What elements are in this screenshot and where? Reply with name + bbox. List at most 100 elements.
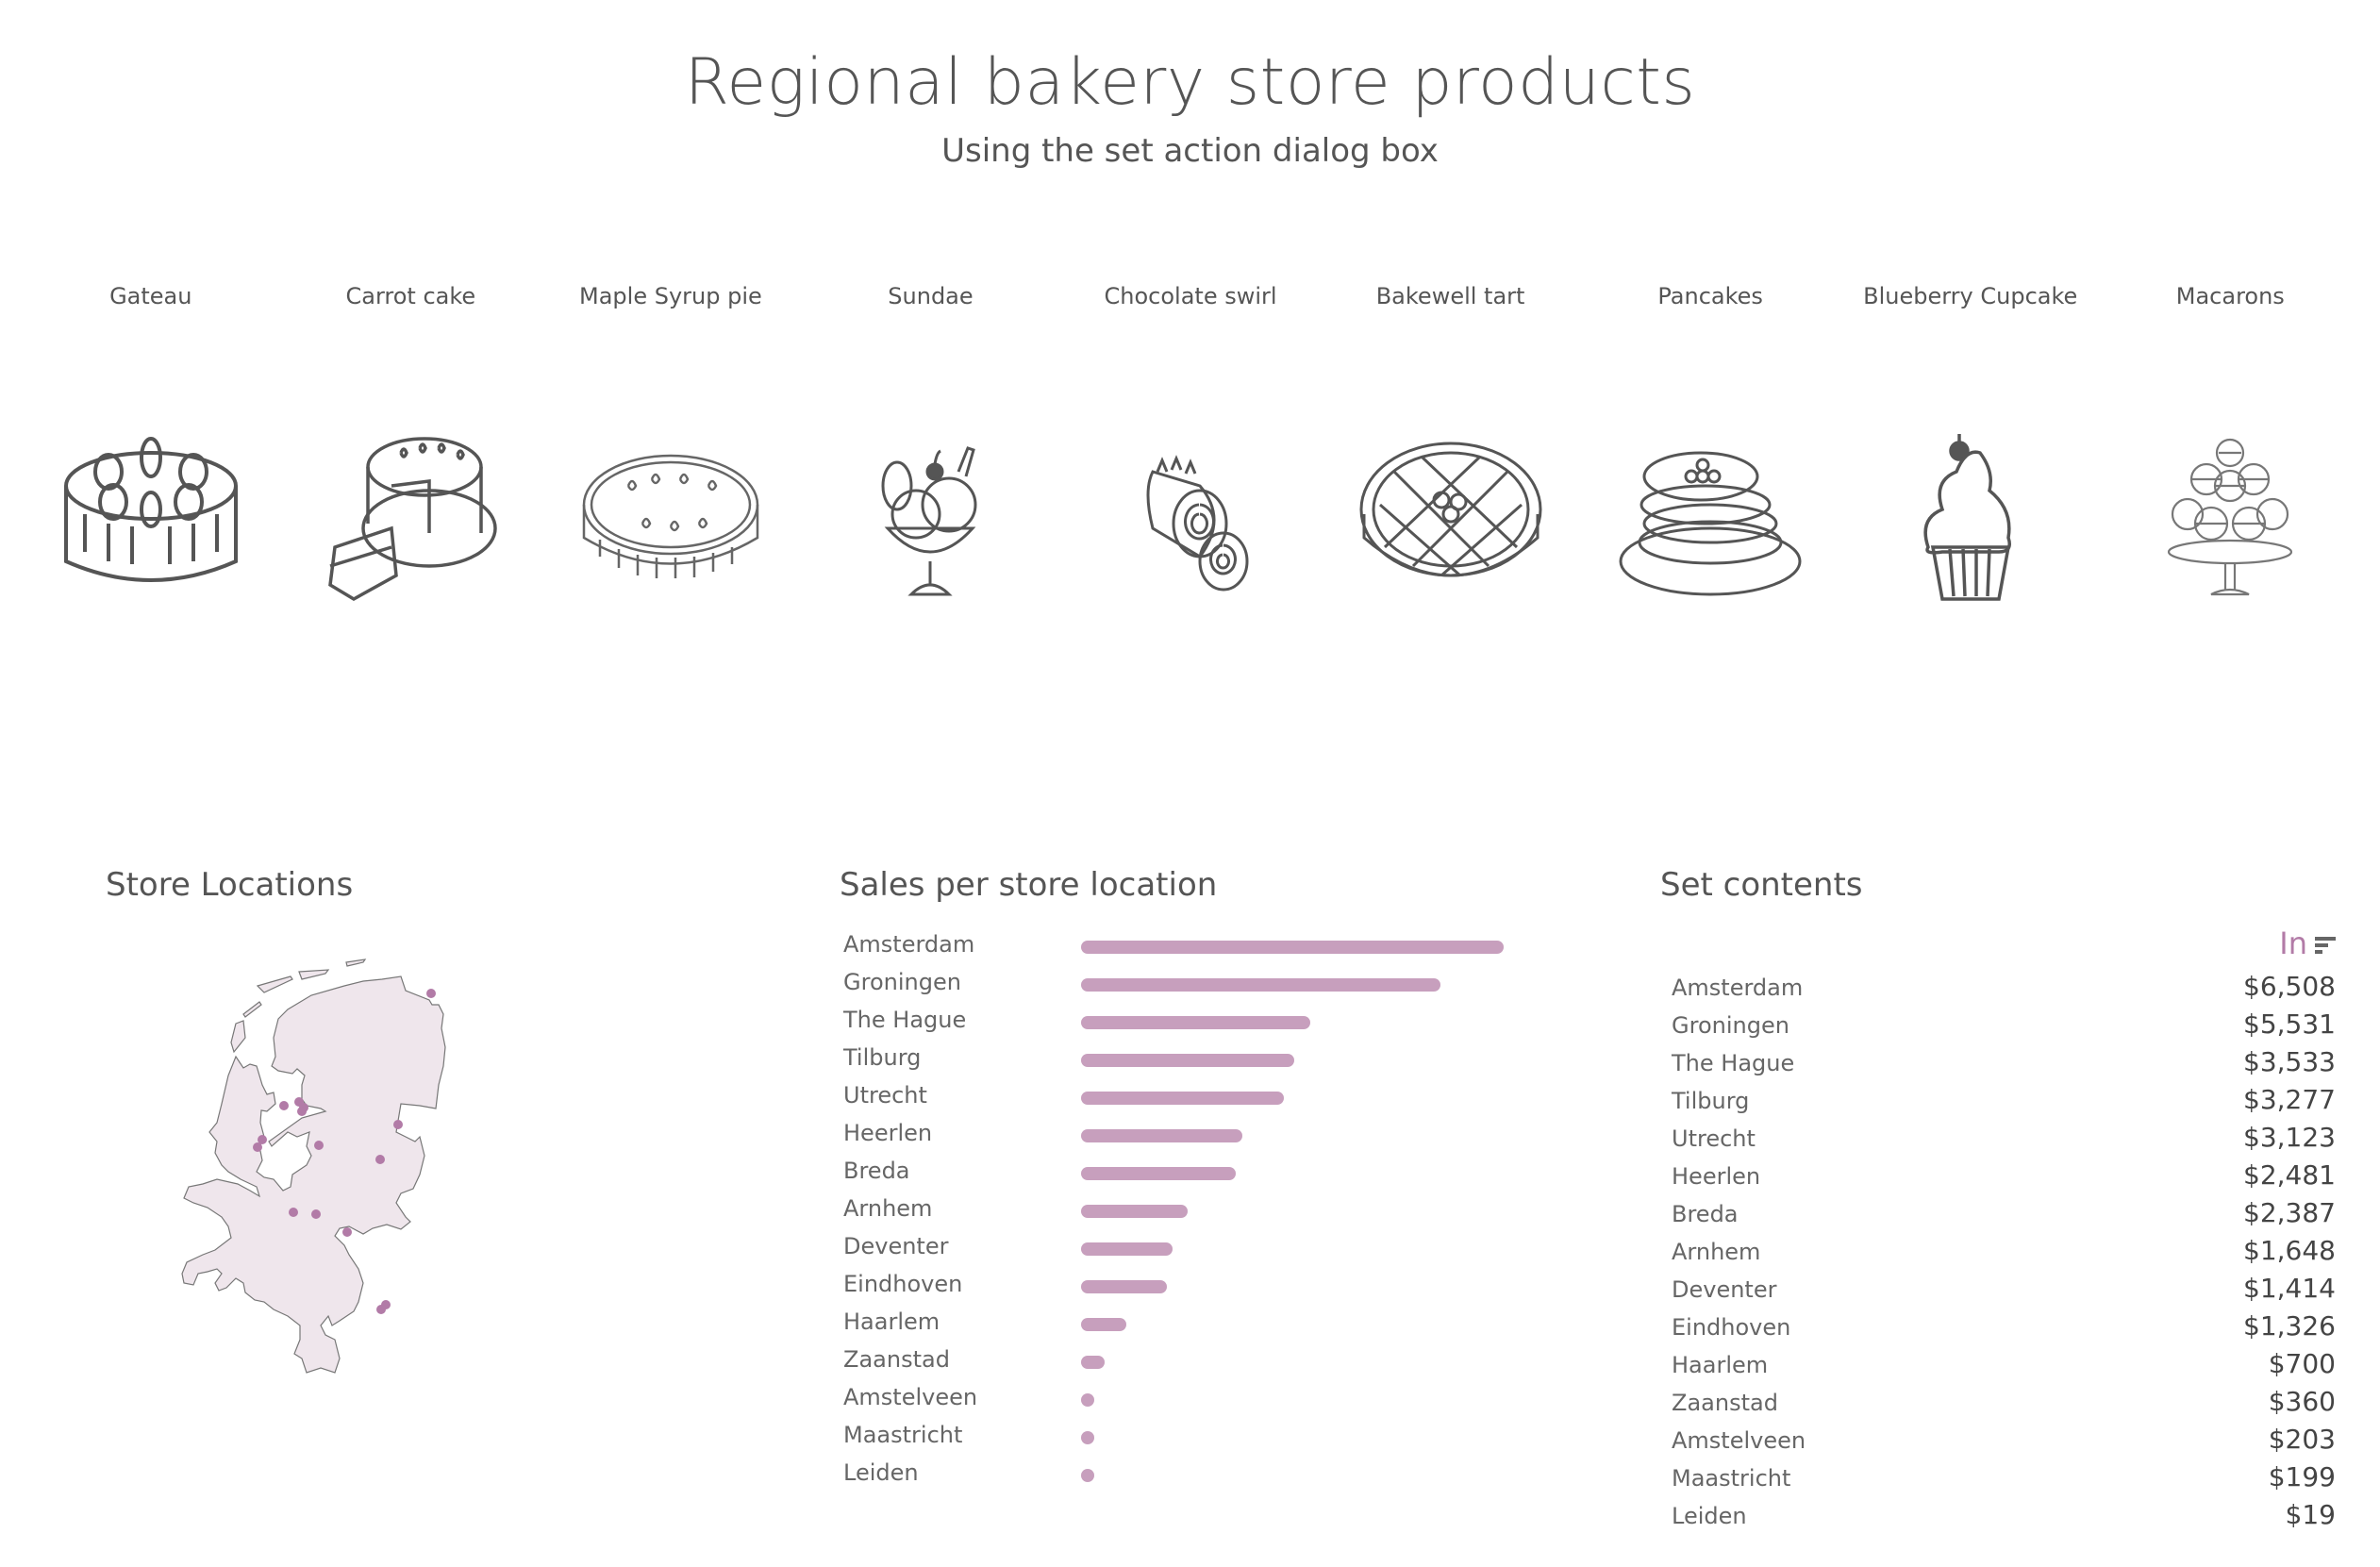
product-label: Bakewell tart xyxy=(1375,283,1525,309)
table-row[interactable]: Eindhoven $1,326 xyxy=(1660,1307,2336,1344)
bar-row[interactable]: Arnhem xyxy=(830,1193,1547,1231)
table-row[interactable]: Maastricht $199 xyxy=(1660,1458,2336,1495)
table-row[interactable]: Zaanstad $360 xyxy=(1660,1382,2336,1420)
set-city: Deventer xyxy=(1672,1276,1777,1303)
bar-row[interactable]: Amsterdam xyxy=(830,929,1547,967)
table-row[interactable]: Tilburg $3,277 xyxy=(1660,1080,2336,1118)
bar-row[interactable]: Leiden xyxy=(830,1458,1547,1495)
bar-eindhoven[interactable] xyxy=(1081,1280,1168,1293)
store-dot-zaanstad[interactable] xyxy=(294,1097,304,1107)
bar-row[interactable]: Amstelveen xyxy=(830,1382,1547,1420)
set-value: $6,508 xyxy=(2243,971,2336,1002)
bar-haarlem[interactable] xyxy=(1081,1318,1127,1331)
store-dot-arnhem[interactable] xyxy=(375,1155,385,1164)
bar-row[interactable]: Deventer xyxy=(830,1231,1547,1269)
bar-heerlen[interactable] xyxy=(1081,1129,1242,1142)
store-dot-deventer[interactable] xyxy=(393,1120,403,1129)
bar-category-label: Maastricht xyxy=(843,1422,963,1448)
set-city: Arnhem xyxy=(1672,1239,1761,1265)
bar-row[interactable]: The Hague xyxy=(830,1005,1547,1042)
bar-row[interactable]: Haarlem xyxy=(830,1307,1547,1344)
bar-row[interactable]: Breda xyxy=(830,1156,1547,1193)
table-row[interactable]: Amstelveen $203 xyxy=(1660,1420,2336,1458)
product-gateau[interactable]: Gateau xyxy=(21,264,281,660)
set-city: Breda xyxy=(1672,1201,1739,1227)
lattice-tart-icon xyxy=(1356,434,1545,604)
store-dot-utrecht[interactable] xyxy=(314,1141,324,1150)
bar-category-label: The Hague xyxy=(843,1007,967,1033)
sales-bar-chart: Amsterdam Groningen The Hague Tilburg Utrech… xyxy=(830,929,1547,1495)
bar-row[interactable]: Tilburg xyxy=(830,1042,1547,1080)
product-sundae[interactable]: Sundae xyxy=(801,264,1061,660)
product-macarons[interactable]: Macarons xyxy=(2101,264,2361,660)
bar-category-label: Amsterdam xyxy=(843,931,975,958)
map-island xyxy=(242,1001,262,1018)
map-mainland[interactable] xyxy=(181,975,446,1374)
table-row[interactable]: Amsterdam $6,508 xyxy=(1660,967,2336,1005)
set-value: $1,414 xyxy=(2243,1273,2336,1304)
bar-category-label: Zaanstad xyxy=(843,1346,950,1373)
bar-breda[interactable] xyxy=(1081,1167,1237,1180)
set-value: $19 xyxy=(2285,1499,2336,1530)
store-dot-eindhoven[interactable] xyxy=(342,1227,352,1237)
bar-deventer[interactable] xyxy=(1081,1242,1173,1256)
table-row[interactable]: Heerlen $2,481 xyxy=(1660,1156,2336,1193)
product-carrot-cake[interactable]: Carrot cake xyxy=(281,264,541,660)
bar-utrecht[interactable] xyxy=(1081,1092,1284,1105)
store-dot-haarlem[interactable] xyxy=(279,1101,289,1110)
set-value: $2,481 xyxy=(2243,1159,2336,1191)
bar-the-hague[interactable] xyxy=(1081,1016,1311,1029)
bar-leiden[interactable] xyxy=(1081,1469,1094,1482)
table-row[interactable]: Leiden $19 xyxy=(1660,1495,2336,1533)
table-row[interactable]: Utrecht $3,123 xyxy=(1660,1118,2336,1156)
table-row[interactable]: Arnhem $1,648 xyxy=(1660,1231,2336,1269)
in-column-header[interactable]: In xyxy=(2279,925,2307,961)
gateau-icon xyxy=(57,434,245,604)
store-dot-maastricht[interactable] xyxy=(376,1305,386,1314)
table-row[interactable]: Groningen $5,531 xyxy=(1660,1005,2336,1042)
bar-amsterdam[interactable] xyxy=(1081,941,1504,954)
bar-arnhem[interactable] xyxy=(1081,1205,1189,1218)
bar-row[interactable]: Eindhoven xyxy=(830,1269,1547,1307)
store-dot-leiden[interactable] xyxy=(258,1135,267,1144)
netherlands-map[interactable] xyxy=(170,943,509,1374)
bar-tilburg[interactable] xyxy=(1081,1054,1294,1067)
map-island xyxy=(298,969,330,980)
table-row[interactable]: Breda $2,387 xyxy=(1660,1193,2336,1231)
bar-row[interactable]: Maastricht xyxy=(830,1420,1547,1458)
table-row[interactable]: The Hague $3,533 xyxy=(1660,1042,2336,1080)
store-dot-tilburg[interactable] xyxy=(311,1209,321,1219)
product-pancakes[interactable]: Pancakes xyxy=(1580,264,1840,660)
bar-row[interactable]: Zaanstad xyxy=(830,1344,1547,1382)
table-row[interactable]: Haarlem $700 xyxy=(1660,1344,2336,1382)
bar-row[interactable]: Groningen xyxy=(830,967,1547,1005)
pie-icon xyxy=(576,434,765,604)
store-dot-groningen[interactable] xyxy=(426,989,436,998)
dashboard-title: Regional bakery store products xyxy=(684,45,1696,120)
table-row[interactable]: Deventer $1,414 xyxy=(1660,1269,2336,1307)
store-locations-map[interactable] xyxy=(170,943,509,1374)
store-dot-breda[interactable] xyxy=(289,1208,298,1217)
set-value: $700 xyxy=(2268,1348,2336,1379)
set-city: The Hague xyxy=(1672,1050,1795,1076)
bar-amstelveen[interactable] xyxy=(1081,1393,1094,1407)
product-label: Carrot cake xyxy=(345,283,476,309)
store-dot-amstelveen[interactable] xyxy=(297,1107,307,1116)
bar-zaanstad[interactable] xyxy=(1081,1356,1105,1369)
set-city: Tilburg xyxy=(1672,1088,1750,1114)
set-value: $1,648 xyxy=(2243,1235,2336,1266)
bar-maastricht[interactable] xyxy=(1081,1431,1094,1444)
bar-category-label: Tilburg xyxy=(843,1044,922,1071)
product-label: Pancakes xyxy=(1657,283,1763,309)
product-chocolate-swirl[interactable]: Chocolate swirl xyxy=(1060,264,1321,660)
product-bakewell-tart[interactable]: Bakewell tart xyxy=(1321,264,1581,660)
product-blueberry-cupcake[interactable]: Blueberry Cupcake xyxy=(1840,264,2101,660)
bar-row[interactable]: Heerlen xyxy=(830,1118,1547,1156)
set-value: $3,277 xyxy=(2243,1084,2336,1115)
sort-descending-icon[interactable] xyxy=(2315,937,2336,956)
cupcake-icon xyxy=(1876,432,2065,604)
product-maple-syrup-pie[interactable]: Maple Syrup pie xyxy=(541,264,801,660)
bar-groningen[interactable] xyxy=(1081,978,1440,992)
bar-row[interactable]: Utrecht xyxy=(830,1080,1547,1118)
product-label: Gateau xyxy=(109,283,192,309)
